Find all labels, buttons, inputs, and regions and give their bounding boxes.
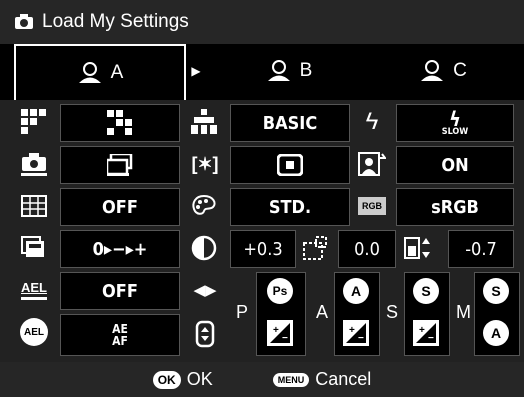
svg-text:−: −	[358, 333, 364, 343]
flash-value-icon: ϟ	[449, 106, 461, 131]
exposure-comp-badge-s: + −	[413, 320, 439, 346]
footer-bar: OK OK MENU Cancel	[0, 362, 524, 397]
color-space-value: sRGB	[431, 196, 479, 218]
tab-b-label: B	[299, 60, 313, 81]
face-detect-icon	[356, 148, 388, 180]
image-quality-icon	[188, 106, 220, 138]
face-detect-value: ON	[441, 154, 469, 176]
drive-mode-field[interactable]	[60, 104, 180, 142]
af-area-value-icon	[277, 154, 303, 176]
exposure-comp-value: +0.3	[243, 238, 283, 260]
bracket-field[interactable]: 0▸−▸+	[60, 230, 180, 268]
ok-label: OK	[186, 369, 213, 389]
palette-icon	[188, 190, 220, 222]
flash-comp-value: 0.0	[354, 238, 380, 260]
settings-tabs: A ▶ B C	[0, 44, 524, 102]
menu-badge: MENU	[272, 372, 310, 387]
person-icon	[421, 60, 444, 81]
exposure-comp-icon	[190, 232, 218, 264]
flash-slow-label: SLOW	[441, 126, 469, 137]
ael-tag: AEL	[21, 280, 47, 295]
picture-mode-value: STD.	[268, 196, 312, 218]
mode-a-label: A	[316, 302, 329, 322]
color-space-icon: RGB	[356, 194, 388, 218]
flash-comp-field[interactable]: 0.0	[338, 230, 396, 268]
page-title: Load My Settings	[42, 11, 189, 32]
svg-text:+: +	[419, 325, 425, 336]
color-space-tag: RGB	[358, 197, 386, 215]
image-quality-value: BASIC	[262, 112, 318, 134]
metering-grid-field[interactable]: OFF	[60, 188, 180, 226]
tab-a[interactable]: A	[14, 44, 186, 102]
ael-circle-icon: AEL	[18, 316, 50, 348]
fine-tune-icon	[400, 232, 440, 264]
drive-mode-icon	[18, 106, 50, 138]
flash-mode-field[interactable]: ϟ SLOW	[396, 104, 514, 142]
ael-button-value: OFF	[102, 280, 138, 302]
svg-text:−: −	[282, 333, 288, 343]
cancel-button[interactable]: MENU Cancel	[272, 369, 372, 390]
image-quality-field[interactable]: BASIC	[230, 104, 350, 142]
picture-mode-field[interactable]: STD.	[230, 188, 350, 226]
metering-grid-value: OFF	[102, 196, 138, 218]
fine-tune-field[interactable]: -0.7	[448, 230, 514, 268]
bracket-icon	[18, 232, 50, 264]
person-icon	[78, 62, 101, 83]
up-down-dial-icon	[192, 318, 218, 350]
program-shift-badge: Ps	[267, 278, 293, 304]
ael-underline	[21, 297, 47, 300]
tab-c[interactable]: C	[378, 44, 508, 98]
manual-shutter-badge: S	[483, 278, 509, 304]
ael-circle-label: AEL	[20, 318, 48, 346]
exposure-comp-field[interactable]: +0.3	[230, 230, 296, 268]
ok-badge: OK	[152, 370, 181, 389]
continuous-shooting-field[interactable]	[60, 146, 180, 184]
manual-aperture-badge: A	[483, 320, 509, 346]
drive-mode-value-icon	[107, 110, 132, 135]
svg-text:+: +	[273, 325, 279, 336]
title-bar: Load My Settings	[0, 0, 524, 44]
tab-c-label: C	[453, 60, 467, 81]
left-right-arrows-icon: ◀▶	[193, 282, 217, 299]
svg-text:+: +	[349, 325, 355, 336]
ael-button-field[interactable]: OFF	[60, 272, 180, 310]
camera-icon	[15, 14, 33, 29]
face-detect-field[interactable]: ON	[396, 146, 514, 184]
ok-button[interactable]: OK OK	[152, 369, 213, 390]
tab-a-label: A	[110, 62, 124, 83]
af-label: AF	[112, 334, 128, 348]
af-camera-icon	[18, 148, 50, 180]
bracket-value: 0▸−▸+	[92, 238, 148, 260]
af-area-icon: [✶]	[191, 153, 219, 174]
fine-tune-value: -0.7	[465, 238, 497, 260]
flash-icon: ϟ	[365, 108, 379, 135]
color-space-field[interactable]: sRGB	[396, 188, 514, 226]
exposure-comp-badge-p: + −	[267, 320, 293, 346]
ae-af-field[interactable]: AE AF	[60, 314, 180, 356]
mode-s-label: S	[386, 302, 399, 322]
mode-m-label: M	[456, 302, 471, 322]
cancel-label: Cancel	[315, 369, 372, 389]
arrow-right-icon: ▶	[191, 64, 201, 78]
person-icon	[267, 60, 290, 81]
ael-button-icon: AEL	[16, 274, 52, 306]
shutter-badge: S	[413, 278, 439, 304]
svg-text:−: −	[428, 333, 434, 343]
aperture-badge: A	[343, 278, 369, 304]
tab-b[interactable]: B	[214, 44, 364, 98]
continuous-shooting-icon	[107, 154, 133, 176]
grid-display-icon	[18, 190, 50, 222]
exposure-comp-badge-a: + −	[343, 320, 369, 346]
mode-p-label: P	[236, 302, 249, 322]
flash-comp-icon	[296, 230, 336, 266]
af-area-field[interactable]	[230, 146, 350, 184]
